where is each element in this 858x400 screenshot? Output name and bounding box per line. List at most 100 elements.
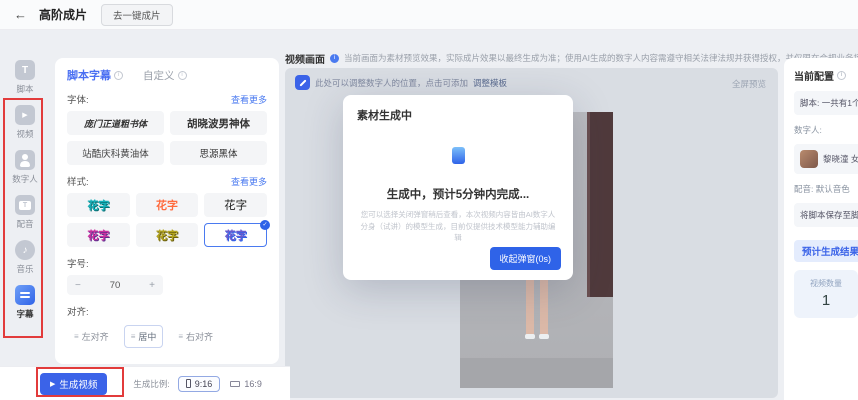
fancy-text-option[interactable]: 花字 xyxy=(136,223,199,247)
landscape-icon xyxy=(230,381,240,387)
fancy-text-option[interactable]: 花字 xyxy=(67,223,130,247)
font-option[interactable]: 思源黑体 xyxy=(170,141,267,165)
size-section-label: 字号: xyxy=(67,256,89,270)
presenter-shoe xyxy=(539,334,549,339)
fancy-text-option[interactable]: 花字 xyxy=(67,193,130,217)
tab-custom[interactable]: 自定义 xyxy=(143,68,187,83)
fancy-text-option-selected[interactable]: 花字 ✓ xyxy=(204,223,267,247)
tab-label: 自定义 xyxy=(143,68,175,83)
tip-text: 此处可以调整数字人的位置，点击可添加 xyxy=(315,77,468,89)
font-size-stepper[interactable]: − 70 + xyxy=(67,275,163,295)
presenter-shoe xyxy=(525,334,535,339)
fancy-text-option[interactable]: 花字 xyxy=(204,193,267,217)
fullscreen-preview-link[interactable]: 全屏预览 xyxy=(732,78,766,90)
save-note-card: 将脚本保存至脚本库中 xyxy=(794,203,858,227)
style-options: 花字 花字 花字 花字 花字 花字 ✓ xyxy=(67,193,267,247)
align-label: 居中 xyxy=(138,330,156,343)
back-arrow-icon[interactable]: ← xyxy=(14,7,27,22)
ratio-label: 生成比例: xyxy=(133,378,169,390)
video-floor xyxy=(460,358,613,388)
align-options: ≡ 左对齐 ≡ 居中 ≡ 右对齐 xyxy=(67,325,267,348)
nav-item-music[interactable]: ♪ 音乐 xyxy=(15,240,35,275)
voice-label: 配音: 默认音色 xyxy=(794,183,858,195)
config-title: 当前配置 xyxy=(794,68,834,83)
info-icon xyxy=(330,54,339,63)
font-section-label: 字体: xyxy=(67,92,89,106)
metric-label: 视频数量 xyxy=(794,278,858,289)
align-label: 右对齐 xyxy=(186,330,213,343)
canvas-notice: 当前画面为素材预览效果，实际成片效果以最终生成为准；使用AI生成的数字人内容需遵… xyxy=(344,52,858,64)
subtitle-settings-panel: 脚本字幕 自定义 字体: 查看更多 庞门正道粗书体 胡晓波男神体 站酷庆科黄油体… xyxy=(55,58,279,364)
nav-item-video[interactable]: ▶ 视频 xyxy=(15,105,35,140)
align-center-button[interactable]: ≡ 居中 xyxy=(124,325,164,348)
nav-item-script[interactable]: T 脚本 xyxy=(15,60,35,95)
nav-label: 脚本 xyxy=(16,83,33,95)
font-options: 庞门正道粗书体 胡晓波男神体 站酷庆科黄油体 思源黑体 xyxy=(67,111,267,165)
align-label: 左对齐 xyxy=(82,330,109,343)
tab-script-subtitle[interactable]: 脚本字幕 xyxy=(67,67,123,83)
metric-value: 1 xyxy=(794,292,858,309)
info-icon xyxy=(837,71,846,80)
nav-label: 数字人 xyxy=(12,173,38,185)
generate-label: 生成视频 xyxy=(59,377,97,391)
script-summary-card: 脚本: 一共有1个脚本 xyxy=(794,91,858,115)
tab-label: 脚本字幕 xyxy=(67,67,111,83)
stepper-minus-icon[interactable]: − xyxy=(75,280,81,291)
align-right-icon: ≡ xyxy=(178,332,183,341)
font-more-link[interactable]: 查看更多 xyxy=(231,93,267,106)
one-click-film-tab[interactable]: 去一键成片 xyxy=(101,4,173,26)
adjust-template-link[interactable]: 调整模板 xyxy=(473,77,507,89)
ratio-portrait-button[interactable]: 9:16 xyxy=(178,376,221,392)
info-icon xyxy=(178,71,187,80)
app-window: ← 高阶成片 去一键成片 T 脚本 ▶ 视频 数字人 T 配音 ♪ 音乐 字幕 xyxy=(0,0,858,400)
ratio-landscape-button[interactable]: 16:9 xyxy=(230,379,262,389)
digital-human-icon xyxy=(15,150,35,170)
play-icon: ▶ xyxy=(50,380,55,388)
canvas-title: 视频画面 xyxy=(285,51,325,65)
info-icon xyxy=(114,71,123,80)
check-icon: ✓ xyxy=(260,220,270,230)
video-count-card: 视频数量 1 xyxy=(794,270,858,318)
fancy-text-label: 花字 xyxy=(225,227,247,243)
presenter-leg xyxy=(540,275,548,335)
position-tip-chip[interactable]: 此处可以调整数字人的位置，点击可添加 调整模板 xyxy=(295,75,507,90)
align-center-icon: ≡ xyxy=(131,332,136,341)
music-icon: ♪ xyxy=(15,240,35,260)
font-option[interactable]: 庞门正道粗书体 xyxy=(67,111,164,135)
align-section-label: 对齐: xyxy=(67,304,89,318)
material-generating-modal: 素材生成中 生成中，预计5分钟内完成... 您可以选择关闭弹窗稍后查看，本次视频… xyxy=(343,95,573,280)
style-more-link[interactable]: 查看更多 xyxy=(231,175,267,188)
left-nav-rail: T 脚本 ▶ 视频 数字人 T 配音 ♪ 音乐 字幕 xyxy=(0,60,50,330)
result-section-title: 预计生成结果 xyxy=(794,240,858,262)
align-left-button[interactable]: ≡ 左对齐 xyxy=(67,325,116,348)
nav-label: 视频 xyxy=(16,128,33,140)
digital-human-card: 黎晓潼 女·19岁 xyxy=(794,144,858,174)
presenter-leg xyxy=(526,275,534,335)
nav-item-digital-human[interactable]: 数字人 xyxy=(12,150,38,185)
modal-status-text: 生成中，预计5分钟内完成... xyxy=(357,186,559,202)
edit-icon xyxy=(295,75,310,90)
generate-footer: ▶ 生成视频 生成比例: 9:16 16:9 xyxy=(0,366,290,400)
nav-item-subtitle[interactable]: 字幕 xyxy=(15,285,35,320)
nav-label: 字幕 xyxy=(16,308,33,320)
voiceover-icon: T xyxy=(15,195,35,215)
font-option[interactable]: 站酷庆科黄油体 xyxy=(67,141,164,165)
avatar xyxy=(800,150,818,168)
current-config-panel: 当前配置 脚本: 一共有1个脚本 数字人: 黎晓潼 女·19岁 配音: 默认音色… xyxy=(784,58,858,400)
font-option[interactable]: 胡晓波男神体 xyxy=(170,111,267,135)
digital-human-label: 数字人: xyxy=(794,124,858,136)
nav-item-voiceover[interactable]: T 配音 xyxy=(15,195,35,230)
stepper-plus-icon[interactable]: + xyxy=(149,280,155,291)
video-door xyxy=(587,112,613,297)
generate-video-button[interactable]: ▶ 生成视频 xyxy=(40,373,107,395)
panel-tabs: 脚本字幕 自定义 xyxy=(67,67,267,83)
collapse-modal-button[interactable]: 收起弹窗(0s) xyxy=(490,247,562,270)
digital-human-name: 黎晓潼 女·19岁 xyxy=(823,153,858,165)
fancy-text-option[interactable]: 花字 xyxy=(136,193,199,217)
align-right-button[interactable]: ≡ 右对齐 xyxy=(171,325,220,348)
loading-spinner-icon xyxy=(452,147,465,164)
subtitle-icon xyxy=(15,285,35,305)
top-bar: ← 高阶成片 去一键成片 xyxy=(0,0,858,30)
style-section-label: 样式: xyxy=(67,174,89,188)
nav-label: 音乐 xyxy=(16,263,33,275)
